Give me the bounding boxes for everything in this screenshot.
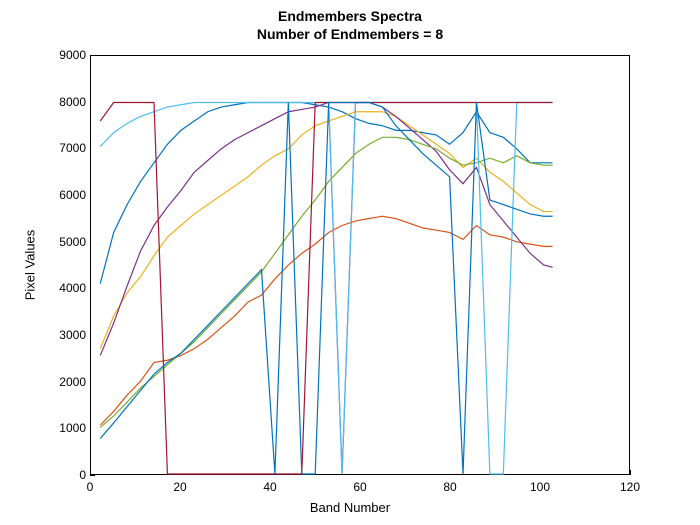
y-tick-label: 7000 (36, 141, 86, 155)
x-tick-label: 0 (70, 480, 110, 494)
x-tick-label: 100 (520, 480, 560, 494)
series-E1 (100, 102, 552, 283)
y-tick-label: 8000 (36, 95, 86, 109)
y-tick-label: 9000 (36, 48, 86, 62)
chart-title: Endmembers Spectra Number of Endmembers … (0, 8, 700, 43)
y-tick-label: 4000 (36, 281, 86, 295)
line-plot (91, 56, 629, 474)
plot-area (90, 55, 630, 475)
y-tick-label: 1000 (36, 421, 86, 435)
series-E8 (100, 102, 552, 474)
y-tick-label: 5000 (36, 235, 86, 249)
figure: Endmembers Spectra Number of Endmembers … (0, 0, 700, 525)
x-tick-mark (630, 470, 631, 475)
x-tick-label: 60 (340, 480, 380, 494)
x-tick-label: 80 (430, 480, 470, 494)
series-E3 (100, 112, 552, 349)
x-tick-label: 120 (610, 480, 650, 494)
y-tick-label: 2000 (36, 375, 86, 389)
y-tick-label: 3000 (36, 328, 86, 342)
x-tick-label: 40 (250, 480, 290, 494)
y-tick-mark (90, 475, 95, 476)
y-tick-label: 6000 (36, 188, 86, 202)
x-axis-label: Band Number (0, 500, 700, 515)
x-tick-label: 20 (160, 480, 200, 494)
